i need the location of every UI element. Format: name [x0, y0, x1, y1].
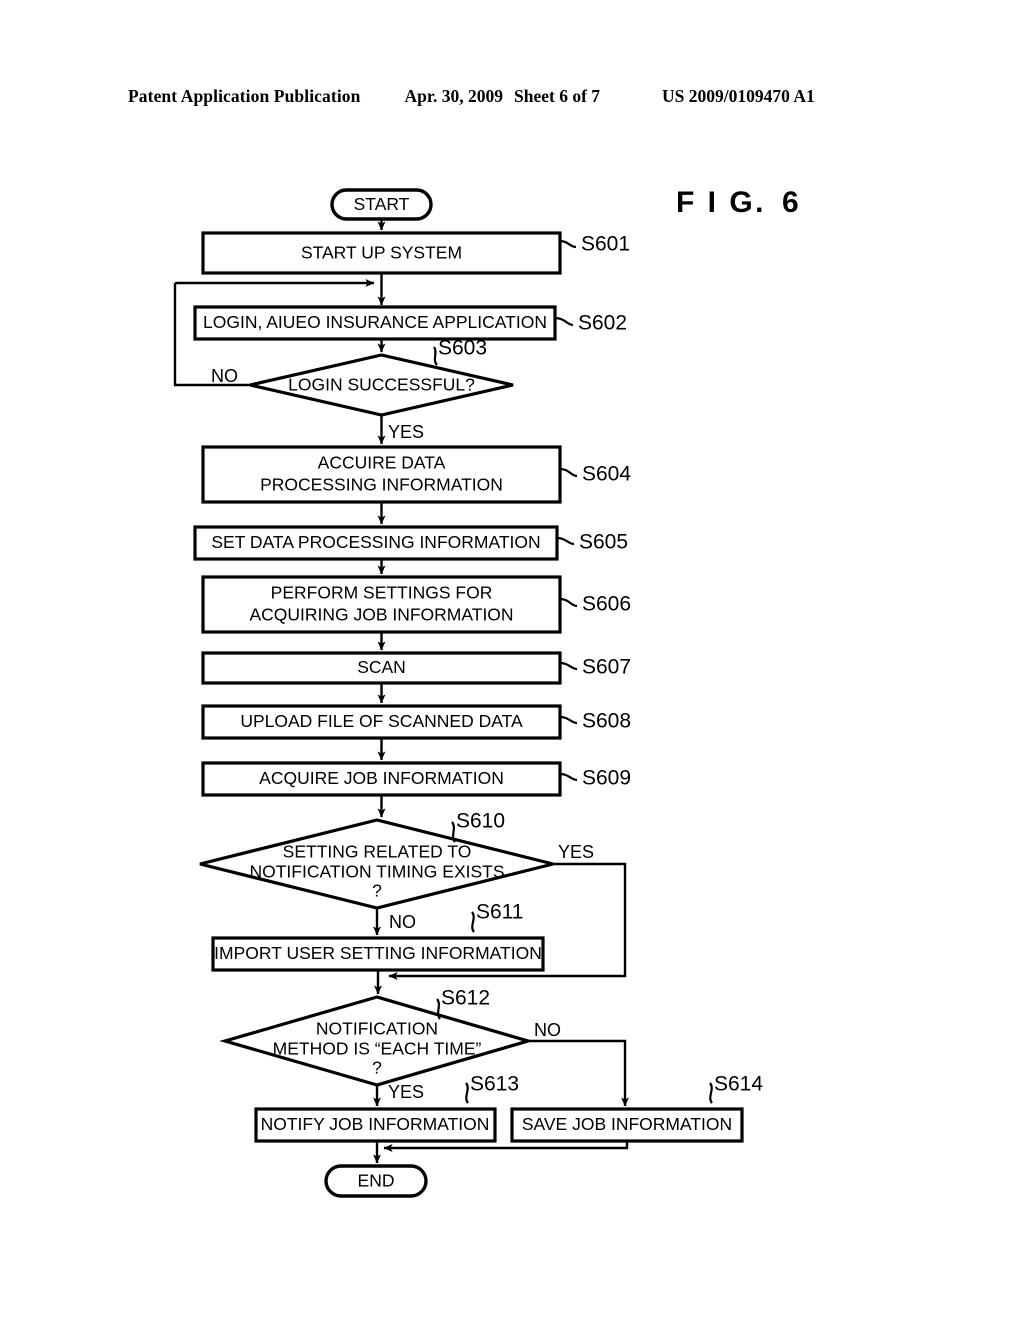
node-start: START [330, 188, 433, 221]
node-s601: START UP SYSTEM [201, 231, 562, 275]
step-ref-s608: S608 [582, 710, 631, 733]
node-s611-label: IMPORT USER SETTING INFORMATION [214, 943, 542, 963]
leader-s607 [559, 661, 578, 671]
node-end-label: END [358, 1171, 395, 1191]
node-s605: SET DATA PROCESSING INFORMATION [193, 525, 559, 561]
leader-s614 [709, 1082, 713, 1104]
branch-label-s612-no: NO [534, 1020, 561, 1040]
node-s602: LOGIN, AIUEO INSURANCE APPLICATION [193, 305, 557, 341]
step-ref-s601: S601 [581, 233, 630, 256]
leader-s605 [556, 536, 575, 546]
node-s611: IMPORT USER SETTING INFORMATION [211, 936, 545, 972]
leader-s608 [559, 715, 578, 725]
leader-s611 [471, 911, 475, 933]
flowchart-diagram: START START UP SYSTEM S601 LOGIN, AIUEO … [173, 188, 763, 1198]
node-s605-label: SET DATA PROCESSING INFORMATION [211, 532, 540, 552]
node-s613-label: NOTIFY JOB INFORMATION [261, 1114, 490, 1134]
leader-s610 [451, 821, 456, 843]
node-s613: NOTIFY JOB INFORMATION [254, 1107, 497, 1143]
step-ref-s614: S614 [714, 1073, 763, 1096]
step-ref-s605: S605 [579, 531, 628, 554]
leader-s609 [559, 772, 578, 782]
node-s607-label: SCAN [357, 657, 406, 677]
node-start-label: START [354, 194, 410, 214]
node-s614: SAVE JOB INFORMATION [510, 1107, 744, 1143]
leader-s602 [554, 316, 574, 327]
leader-s606 [559, 597, 578, 608]
node-s603: LOGIN SUCCESSFUL? [249, 353, 514, 417]
leader-s603 [433, 346, 438, 366]
node-s609: ACQUIRE JOB INFORMATION [201, 761, 562, 797]
node-s606-line2: ACQUIRING JOB INFORMATION [249, 605, 513, 625]
step-ref-s613: S613 [470, 1073, 519, 1096]
node-s606: PERFORM SETTINGS FOR ACQUIRING JOB INFOR… [201, 575, 562, 634]
connector-s612-no [528, 1039, 629, 1107]
step-ref-s610: S610 [456, 810, 505, 833]
step-ref-s609: S609 [582, 767, 631, 790]
node-s604: ACCUIRE DATA PROCESSING INFORMATION [201, 445, 562, 504]
node-s609-label: ACQUIRE JOB INFORMATION [259, 768, 504, 788]
node-s608-label: UPLOAD FILE OF SCANNED DATA [240, 711, 523, 731]
step-ref-s612: S612 [441, 987, 490, 1010]
branch-label-s610-no: NO [389, 912, 416, 932]
node-end: END [324, 1164, 428, 1198]
node-s614-label: SAVE JOB INFORMATION [522, 1114, 732, 1134]
node-s604-line1: ACCUIRE DATA [318, 453, 446, 473]
step-ref-s607: S607 [582, 656, 631, 679]
node-s604-line2: PROCESSING INFORMATION [260, 475, 503, 495]
step-ref-s603: S603 [438, 337, 487, 360]
leader-s613 [465, 1082, 469, 1104]
branch-label-s603-yes: YES [388, 422, 424, 442]
leader-s604 [559, 467, 578, 478]
leader-s612 [436, 998, 441, 1020]
leader-s601 [559, 239, 577, 249]
branch-label-s603-no: NO [211, 366, 238, 386]
node-s601-label: START UP SYSTEM [301, 243, 462, 263]
node-s606-line1: PERFORM SETTINGS FOR [271, 583, 493, 603]
step-ref-s606: S606 [582, 593, 631, 616]
step-ref-s611: S611 [476, 901, 524, 924]
node-s612-line3: ? [372, 1058, 382, 1078]
node-s608: UPLOAD FILE OF SCANNED DATA [201, 704, 562, 740]
node-s607: SCAN [201, 651, 562, 685]
branch-label-s610-yes: YES [558, 842, 594, 862]
node-s610-line2: NOTIFICATION TIMING EXISTS [249, 862, 504, 882]
branch-label-s612-yes: YES [388, 1082, 424, 1102]
node-s610-line1: SETTING RELATED TO [283, 842, 472, 862]
node-s603-label: LOGIN SUCCESSFUL? [288, 375, 475, 395]
step-ref-s602: S602 [578, 312, 627, 335]
node-s602-label: LOGIN, AIUEO INSURANCE APPLICATION [203, 312, 547, 332]
node-s612-line2: METHOD IS “EACH TIME” [273, 1039, 482, 1059]
node-s610-line3: ? [372, 881, 382, 901]
node-s610: SETTING RELATED TO NOTIFICATION TIMING E… [199, 818, 554, 910]
node-s612-line1: NOTIFICATION [316, 1019, 438, 1039]
step-ref-s604: S604 [582, 463, 631, 486]
